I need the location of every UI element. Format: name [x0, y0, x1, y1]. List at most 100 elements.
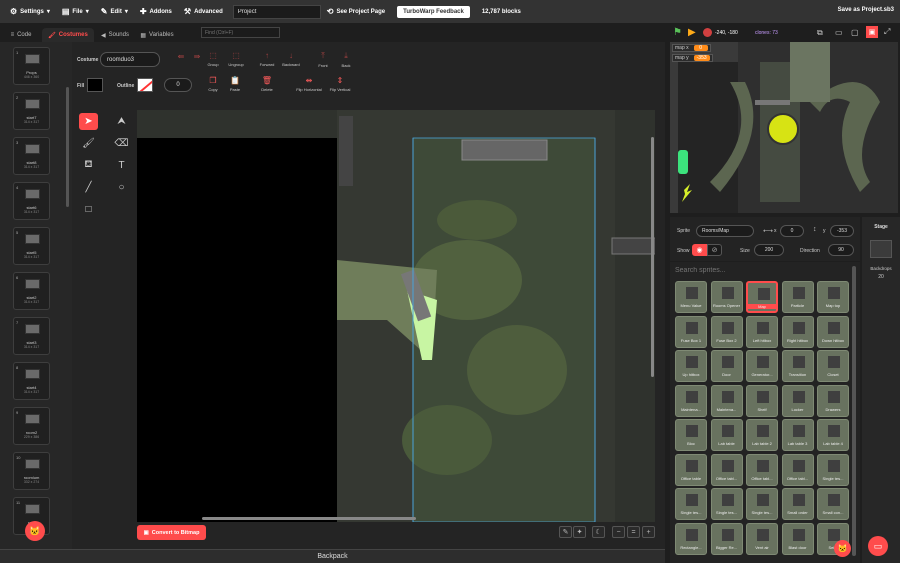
costume-item[interactable]: 4 start6 314 x 317	[13, 182, 50, 220]
sprite-tile[interactable]: Vent air	[746, 522, 778, 555]
ungroup-button[interactable]: ⬚ Ungroup	[223, 51, 249, 67]
sprite-tile[interactable]: Office tabl...	[781, 453, 814, 486]
convert-to-bitmap-button[interactable]: ▣ Convert to Bitmap	[137, 525, 206, 540]
y-input[interactable]: -353	[830, 225, 854, 237]
stage-canvas[interactable]	[670, 42, 898, 213]
eraser-tool[interactable]: ⌫	[112, 135, 131, 152]
rectangle-tool[interactable]: □	[79, 201, 98, 218]
sprite-tile[interactable]: Single tes...	[746, 488, 778, 520]
tab-sounds[interactable]: ◀ Sounds	[94, 28, 136, 42]
flip-horizontal-button[interactable]: ⇹ Flip Horizontal	[292, 76, 326, 92]
sprite-tile[interactable]: Fuse Box 2	[710, 315, 743, 348]
stage-selector[interactable]: Stage Backdrops 20	[862, 217, 900, 563]
tab-code[interactable]: ≡ Code	[0, 28, 42, 42]
advanced-menu[interactable]: ⚒ Advanced	[178, 0, 229, 23]
sprite-tile[interactable]: Office tabl...	[710, 453, 743, 486]
sprite-tile[interactable]: Maintena...	[675, 384, 707, 417]
sprite-tile[interactable]: Lab table	[710, 419, 743, 451]
sprite-tile[interactable]: Single tes...	[710, 488, 743, 520]
fill-color-swatch[interactable]	[87, 78, 103, 92]
sprite-tile[interactable]: Rooms Opener	[710, 281, 743, 313]
green-flag-icon[interactable]: ⚑	[673, 27, 682, 38]
edit-menu[interactable]: ✎ Edit ▾	[95, 0, 134, 23]
project-title-input[interactable]	[232, 4, 321, 19]
sprite-tile[interactable]: Fuse Box 1	[675, 315, 707, 348]
sprite-tile[interactable]: Menu Value	[675, 281, 707, 313]
sprite-name-input[interactable]: Rooms/Map	[696, 225, 754, 237]
outline-width-input[interactable]: 0	[164, 78, 192, 92]
reshape-tool[interactable]: ⮝	[112, 113, 131, 130]
backpack-bar[interactable]: Backpack	[0, 549, 665, 563]
outline-color-swatch[interactable]	[137, 78, 153, 92]
sprite-tile[interactable]: Drawers	[817, 384, 849, 417]
fill-tool[interactable]: ⛾	[79, 157, 98, 174]
zoom-reset-button[interactable]: =	[627, 526, 640, 538]
canvas-scrollbar-vertical[interactable]	[651, 137, 654, 377]
sprite-tile[interactable]: Down hitbox	[817, 315, 849, 348]
backward-button[interactable]: ↓ Backward	[278, 51, 304, 67]
zoom-minus-icon[interactable]: −	[612, 526, 625, 538]
tab-variables[interactable]: ▦ Variables	[136, 28, 178, 42]
sprite-search-input[interactable]	[671, 264, 851, 276]
pause-icon[interactable]: ▶	[688, 27, 696, 38]
sprite-tile[interactable]: Small con...	[817, 488, 849, 520]
sprite-tile[interactable]: Map	[746, 281, 778, 313]
eyedropper-icon[interactable]: ✦	[573, 526, 586, 538]
fullscreen-icon[interactable]: ⤢	[884, 27, 890, 37]
sprite-tile[interactable]: Single tes...	[817, 453, 849, 486]
select-tool[interactable]: ➤	[79, 113, 98, 130]
costume-item[interactable]: 8 start4 314 x 317	[13, 362, 50, 400]
settings-menu[interactable]: ⚙ Settings ▾	[4, 0, 56, 23]
sprite-tile[interactable]: Rectangle...	[675, 522, 707, 555]
sprite-tile[interactable]: Lab table 2	[746, 419, 778, 451]
sprite-tile[interactable]: Up hitbox	[675, 350, 707, 382]
sprite-tile[interactable]: Office table	[675, 453, 707, 486]
tab-costumes[interactable]: 🖌 Costumes	[42, 28, 94, 42]
show-visible-button[interactable]: ◉	[692, 244, 707, 256]
canvas-scrollbar-horizontal[interactable]	[202, 517, 416, 520]
costume-list-scrollbar[interactable]	[66, 87, 69, 207]
sprite-tile[interactable]: Locker	[781, 384, 814, 417]
direction-input[interactable]: 90	[828, 244, 854, 256]
sprite-tile[interactable]: Lab table 3	[781, 419, 814, 451]
back-button[interactable]: ⤓ Back	[333, 51, 359, 68]
show-hidden-button[interactable]: ⊘	[707, 244, 722, 256]
flip-vertical-button[interactable]: ⇕ Flip Vertical	[326, 76, 354, 92]
costume-item[interactable]: 5 start5 314 x 317	[13, 227, 50, 265]
save-as-button[interactable]: Save as Project.sb3	[838, 7, 894, 13]
sprite-tile[interactable]: Blast door	[781, 522, 814, 555]
costume-item[interactable]: 2 start7 314 x 317	[13, 92, 50, 130]
costume-item[interactable]: 9 room2 229 x 386	[13, 407, 50, 445]
line-tool[interactable]: ╱	[79, 179, 98, 196]
large-stage-icon[interactable]: ▢	[851, 28, 859, 37]
see-project-page-button[interactable]: ⟲ See Project Page	[321, 0, 391, 23]
addons-menu[interactable]: ✚ Addons	[134, 0, 178, 23]
paint-canvas[interactable]	[137, 110, 655, 522]
sprite-tile[interactable]: Single tes...	[675, 488, 707, 520]
zoom-plus-icon[interactable]: +	[642, 526, 655, 538]
paste-button[interactable]: 📋 Paste	[222, 76, 248, 92]
stop-icon[interactable]	[703, 28, 712, 37]
sprite-tile[interactable]: Transition	[781, 350, 814, 382]
sprite-list-scrollbar[interactable]	[852, 266, 856, 556]
sprite-tile[interactable]: Small order	[781, 488, 814, 520]
sprite-tile[interactable]: Maintena...	[710, 384, 743, 417]
costume-item[interactable]: 6 start2 314 x 317	[13, 272, 50, 310]
circle-tool[interactable]: ○	[112, 179, 131, 196]
sprite-tile[interactable]: Generator...	[746, 350, 778, 382]
add-sprite-button[interactable]: 🐱	[834, 540, 851, 557]
sprite-tile[interactable]: Door	[710, 350, 743, 382]
costume-item[interactable]: 3 start8 314 x 317	[13, 137, 50, 175]
small-stage-icon[interactable]: ▭	[835, 28, 843, 37]
debugger-icon[interactable]: ⧉	[817, 28, 823, 38]
sprite-tile[interactable]: Left hitbox	[746, 315, 778, 348]
dark-mode-icon[interactable]: ☾	[592, 526, 605, 538]
sprite-tile[interactable]: Shelf	[746, 384, 778, 417]
delete-button[interactable]: 🗑 Delete	[254, 76, 280, 92]
zoom-out-icon[interactable]: ✎	[559, 526, 572, 538]
text-tool[interactable]: T	[112, 157, 131, 174]
costume-name-input[interactable]: roomduo3	[100, 52, 160, 67]
sprite-tile[interactable]: Right hitbox	[781, 315, 814, 348]
brush-tool[interactable]: 🖌	[79, 135, 98, 152]
costume-item[interactable]: 1 Props 446 x 360	[13, 47, 50, 85]
